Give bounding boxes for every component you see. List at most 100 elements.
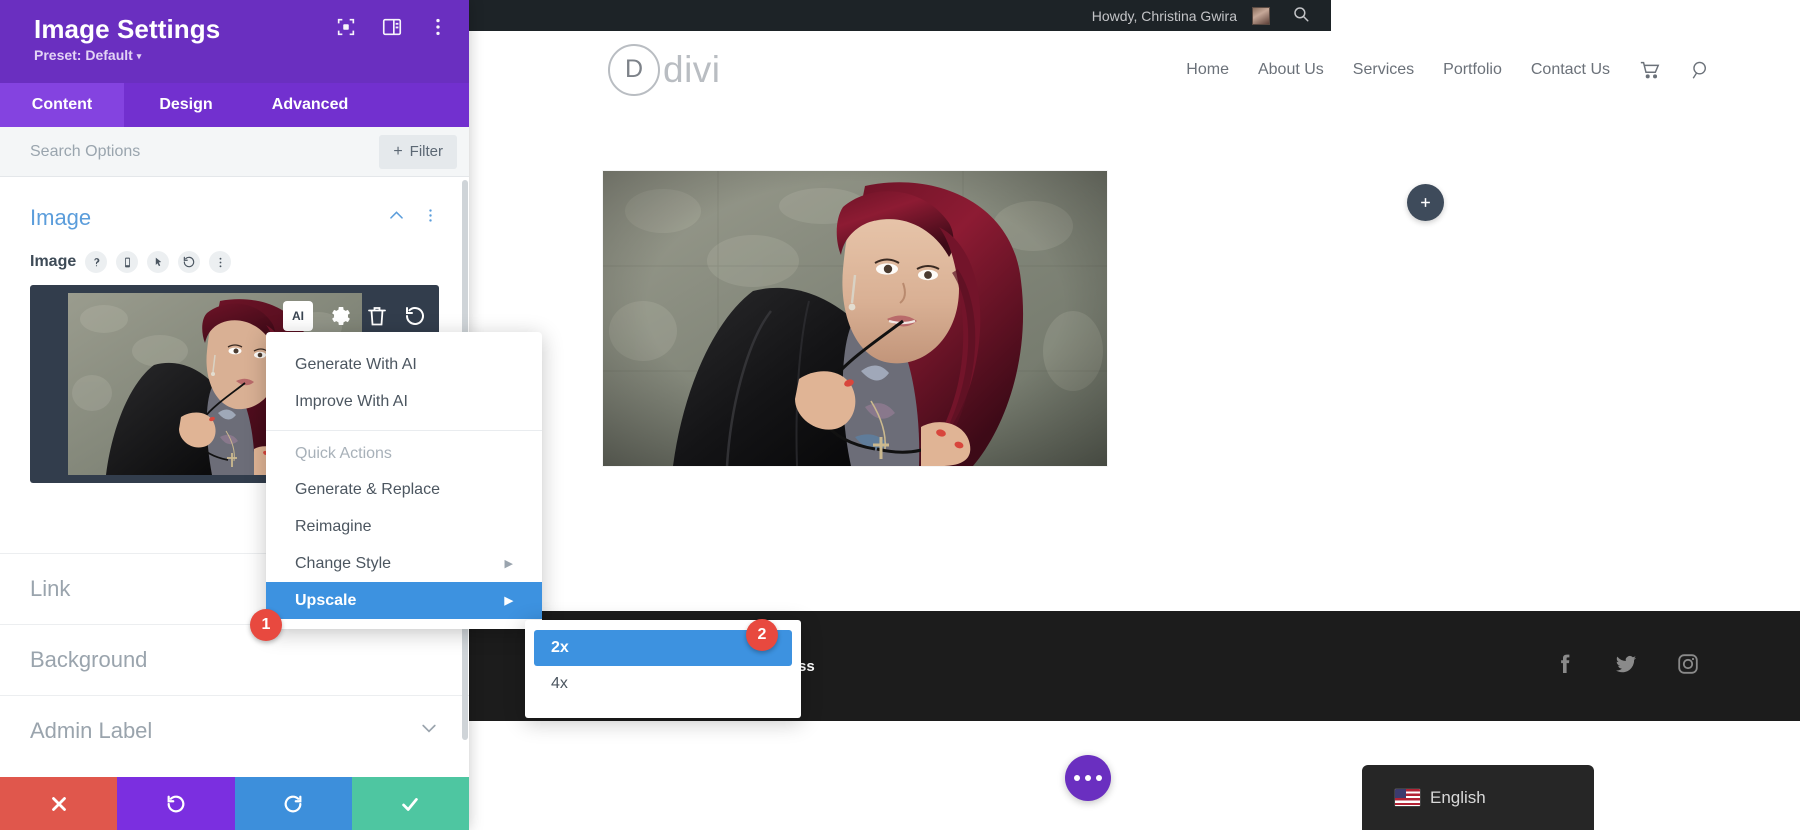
filter-button[interactable]: + Filter	[379, 134, 457, 169]
tab-design[interactable]: Design	[124, 83, 248, 127]
close-icon	[51, 796, 66, 811]
more-vertical-icon[interactable]	[422, 207, 439, 229]
section-admin-label-label: Admin Label	[30, 718, 153, 743]
us-flag-icon	[1395, 789, 1420, 806]
submenu-item-4x[interactable]: 4x	[534, 666, 792, 702]
settings-gear-icon[interactable]	[327, 304, 351, 328]
model-photo	[603, 171, 1107, 466]
menu-group-quick-actions: Quick Actions	[295, 445, 392, 462]
cancel-button[interactable]	[0, 777, 118, 830]
settings-panel-header: Image Settings Preset: Default ▾	[0, 0, 469, 83]
hover-icon[interactable]	[147, 251, 170, 273]
nav-item-home[interactable]: Home	[1186, 61, 1229, 79]
redo-button[interactable]	[234, 777, 352, 830]
submenu-item-label: 2x	[551, 639, 569, 656]
instagram-icon[interactable]	[1676, 652, 1700, 681]
builder-settings-fab[interactable]	[1065, 755, 1111, 801]
ellipsis-dot	[1085, 775, 1091, 781]
menu-item-generate-and-replace[interactable]: Generate & Replace	[266, 471, 542, 508]
cart-icon[interactable]	[1639, 59, 1661, 81]
menu-divider	[266, 430, 542, 431]
section-background[interactable]: Background	[0, 624, 469, 695]
preset-selector[interactable]: Preset: Default ▾	[34, 47, 447, 63]
image-thumbnail-toolbar: AI	[283, 301, 427, 331]
menu-item-label: Improve With AI	[295, 392, 408, 410]
chevron-right-icon: ▶	[504, 558, 513, 570]
search-icon[interactable]	[1690, 59, 1712, 81]
menu-item-label: Upscale	[295, 591, 357, 609]
ai-button[interactable]: AI	[283, 301, 313, 331]
check-icon	[402, 797, 419, 811]
image-field-label: Image	[30, 253, 77, 270]
save-button[interactable]	[351, 777, 469, 830]
menu-item-improve-with-ai[interactable]: Improve With AI	[266, 383, 542, 420]
menu-item-change-style[interactable]: Change Style ▶	[266, 545, 542, 582]
twitter-icon[interactable]	[1614, 652, 1638, 681]
step-badge-1: 1	[250, 609, 282, 641]
chevron-down-icon[interactable]	[419, 718, 439, 744]
builder-bottom-area: English	[469, 721, 1800, 830]
responsive-icon[interactable]	[116, 251, 139, 273]
ellipsis-dot	[1096, 775, 1102, 781]
chevron-up-icon[interactable]	[387, 206, 406, 230]
layout-toggle-icon[interactable]	[381, 16, 403, 38]
admin-bar-search[interactable]	[1281, 0, 1321, 31]
preset-label: Preset: Default	[34, 47, 133, 63]
image-module-preview[interactable]	[603, 171, 1107, 466]
admin-bar-greeting[interactable]: Howdy, Christina Gwira	[1081, 0, 1281, 31]
step-badge-2: 2	[746, 619, 778, 651]
divi-logo-text: divi	[663, 48, 721, 90]
settings-panel-footer	[0, 777, 469, 830]
site-header: D divi Home About Us Services Portfolio …	[469, 31, 1800, 108]
nav-item-contact-us[interactable]: Contact Us	[1531, 61, 1610, 79]
help-icon[interactable]	[85, 251, 108, 273]
redo-icon	[284, 795, 302, 812]
app-root: D divi Home About Us Services Portfolio …	[0, 0, 1800, 830]
menu-item-label: Change Style	[295, 554, 392, 572]
divi-logo[interactable]: D divi	[608, 43, 721, 96]
section-admin-label[interactable]: Admin Label	[0, 695, 469, 766]
nav-item-services[interactable]: Services	[1353, 61, 1414, 79]
tab-advanced[interactable]: Advanced	[248, 83, 372, 127]
tab-content[interactable]: Content	[0, 83, 124, 127]
menu-item-label: Generate & Replace	[295, 480, 440, 498]
menu-item-generate-with-ai[interactable]: Generate With AI	[266, 346, 542, 383]
facebook-icon[interactable]	[1552, 652, 1576, 681]
add-module-button[interactable]	[1407, 184, 1444, 221]
language-switcher-label: English	[1430, 787, 1486, 807]
menu-item-label: Reimagine	[295, 517, 372, 535]
chevron-right-icon: ▶	[504, 595, 513, 607]
image-section-title: Image	[30, 205, 92, 230]
language-switcher[interactable]: English	[1362, 765, 1594, 830]
admin-bar-greeting-label: Howdy, Christina Gwira	[1091, 7, 1237, 24]
plus-icon: +	[393, 142, 403, 160]
section-link-label: Link	[30, 576, 71, 601]
nav-item-about-us[interactable]: About Us	[1258, 61, 1324, 79]
nav-item-portfolio[interactable]: Portfolio	[1443, 61, 1502, 79]
chevron-down-icon: ▾	[136, 51, 142, 61]
undo-button[interactable]	[117, 777, 235, 830]
search-input[interactable]	[30, 142, 380, 161]
settings-panel-header-icons	[335, 16, 449, 38]
settings-panel-tabs: Content Design Advanced	[0, 83, 469, 127]
trash-icon[interactable]	[365, 304, 389, 328]
search-options-row: + Filter	[0, 127, 469, 177]
menu-item-reimagine[interactable]: Reimagine	[266, 508, 542, 545]
image-field-label-row: Image	[30, 251, 439, 273]
plus-icon	[1421, 198, 1430, 207]
more-vertical-icon[interactable]	[427, 16, 449, 38]
divi-logo-mark: D	[608, 43, 660, 96]
reset-icon[interactable]	[403, 304, 427, 328]
ellipsis-dot	[1074, 775, 1080, 781]
filter-button-label: Filter	[409, 143, 443, 160]
focus-mode-icon[interactable]	[335, 16, 357, 38]
menu-item-upscale[interactable]: Upscale ▶	[266, 582, 542, 619]
site-primary-nav: Home About Us Services Portfolio Contact…	[1186, 59, 1712, 81]
image-section-header[interactable]: Image	[30, 177, 439, 237]
undo-icon	[167, 795, 185, 812]
submenu-item-label: 4x	[551, 675, 568, 692]
more-options-icon[interactable]	[209, 251, 232, 273]
reset-icon[interactable]	[178, 251, 201, 273]
admin-bar-right-group: Howdy, Christina Gwira	[1081, 0, 1331, 31]
menu-item-label: Generate With AI	[295, 355, 417, 373]
